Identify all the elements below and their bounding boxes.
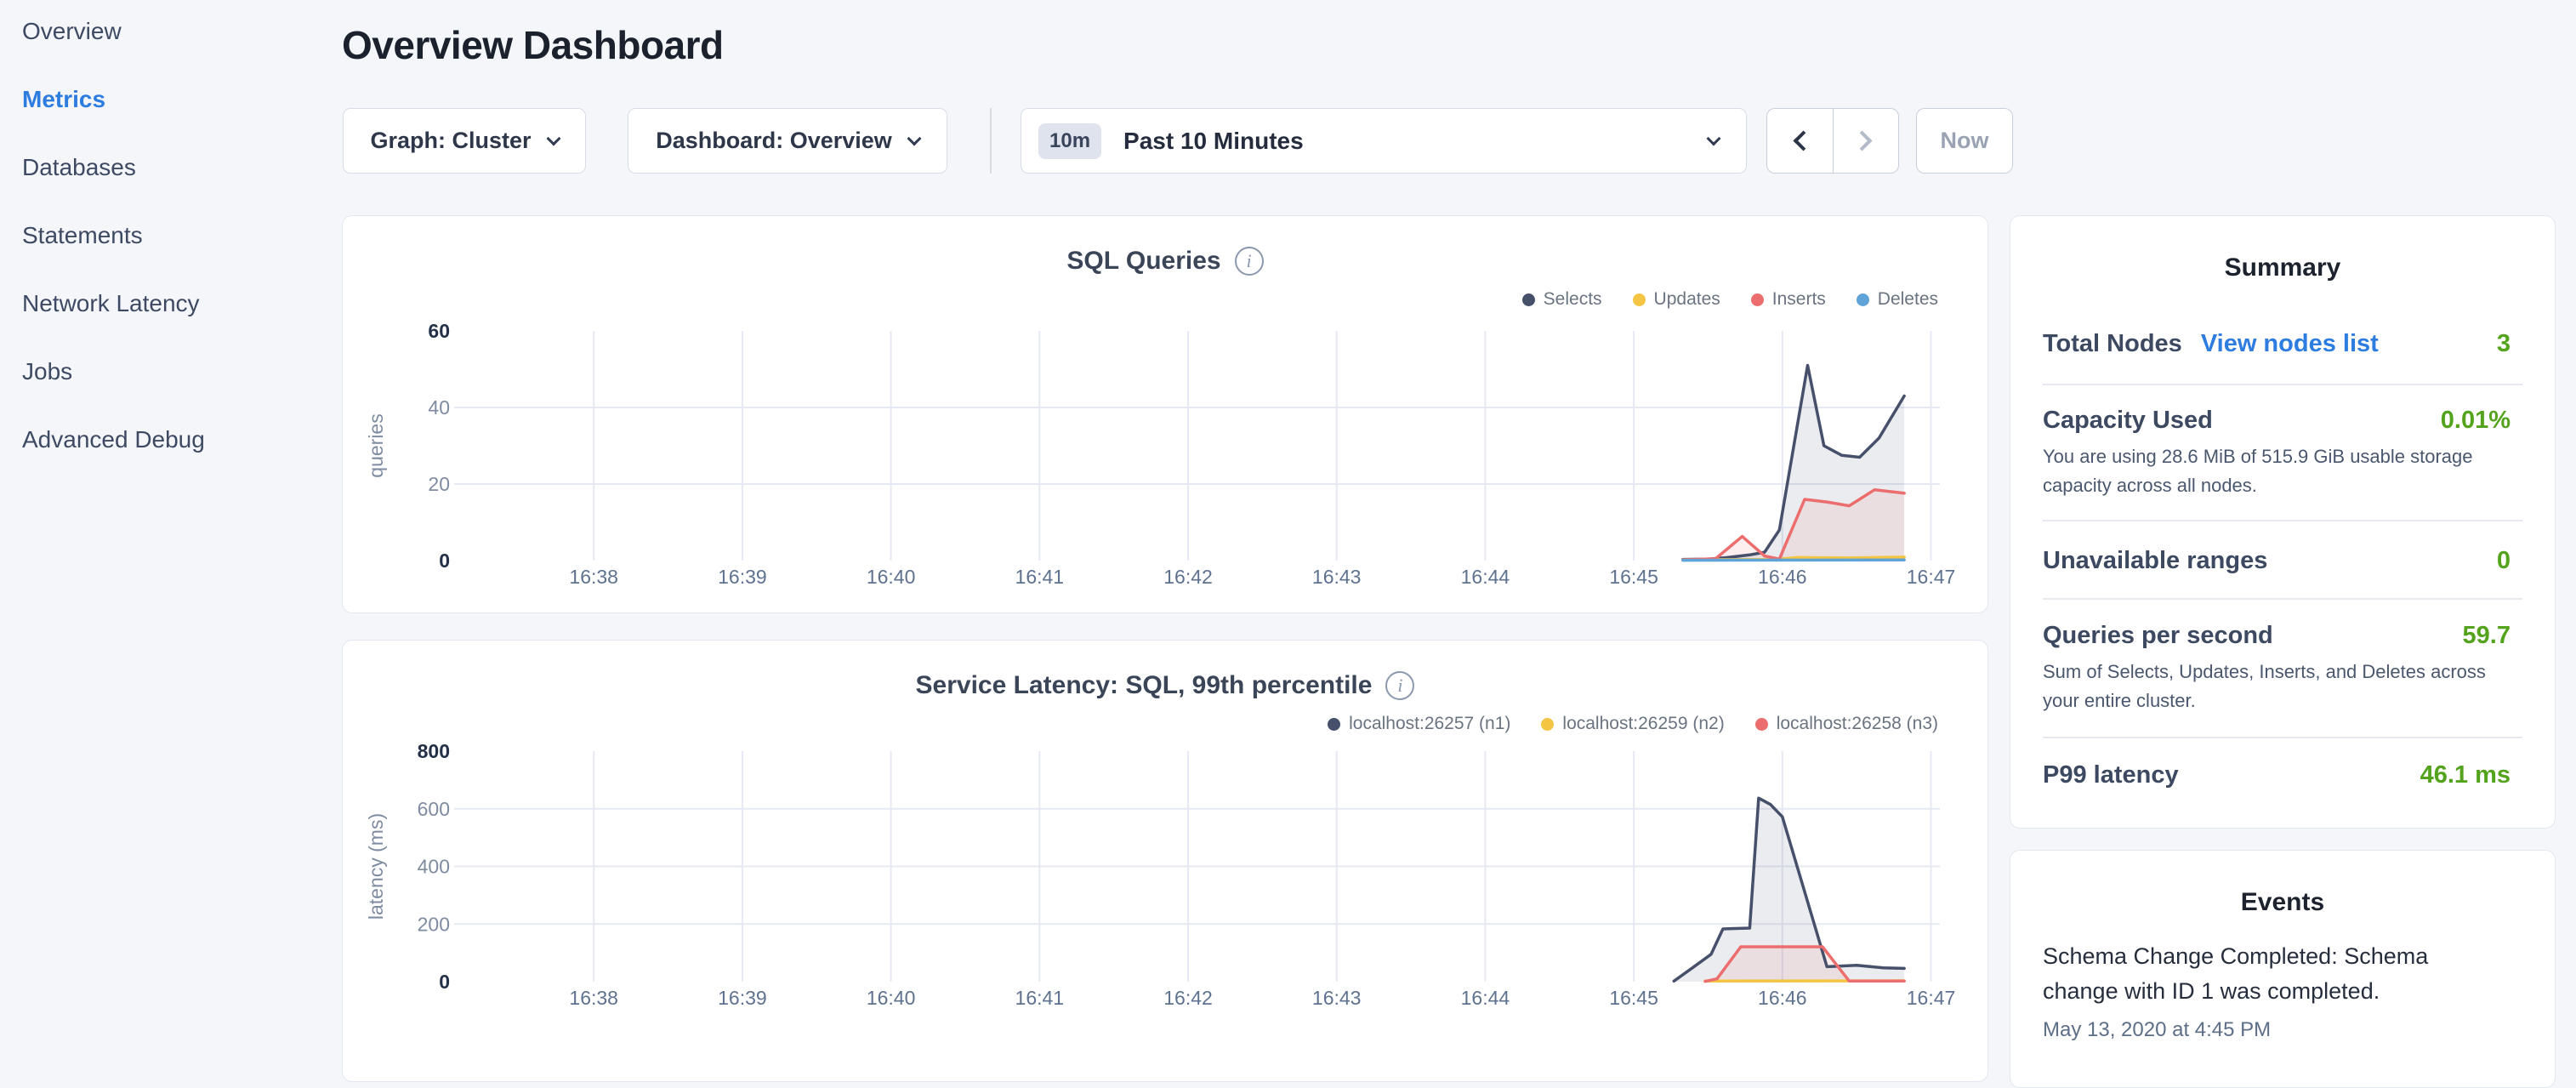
summary-row-value: 59.7 bbox=[2463, 622, 2511, 650]
summary-row-label: Queries per second bbox=[2043, 622, 2273, 650]
x-axis-tick-label: 16:42 bbox=[1163, 987, 1213, 1009]
summary-panel: Summary Total Nodes View nodes list 3 Ca… bbox=[2010, 215, 2556, 829]
y-axis-tick-label: 800 bbox=[418, 740, 450, 762]
sidebar-item-overview[interactable]: Overview bbox=[0, 0, 340, 66]
summary-row-label: P99 latency bbox=[2043, 761, 2179, 789]
sql-queries-chart[interactable]: 0 20 40 60 16:38 16:39 16:40 16:41 16:42 16:43 16:… bbox=[343, 216, 1989, 612]
summary-row-qps: Queries per second 59.7 bbox=[2043, 622, 2511, 650]
x-axis-tick-label: 16:47 bbox=[1907, 566, 1956, 588]
time-prev-button[interactable] bbox=[1767, 109, 1834, 173]
x-axis-tick-label: 16:41 bbox=[1015, 566, 1065, 588]
event-timestamp: May 13, 2020 at 4:45 PM bbox=[2043, 1018, 2271, 1042]
x-axis-tick-label: 16:40 bbox=[867, 987, 916, 1009]
x-axis-tick-label: 16:44 bbox=[1461, 566, 1510, 588]
summary-row-value: 3 bbox=[2497, 330, 2511, 358]
y-axis-tick-label: 0 bbox=[439, 971, 450, 993]
chevron-right-icon bbox=[1852, 130, 1873, 151]
summary-row-value: 46.1 ms bbox=[2420, 761, 2511, 789]
summary-title: Summary bbox=[2010, 253, 2555, 282]
summary-row-unavailable-ranges: Unavailable ranges 0 bbox=[2043, 547, 2511, 575]
time-next-button[interactable] bbox=[1834, 109, 1899, 173]
sidebar-item-advanced-debug[interactable]: Advanced Debug bbox=[0, 406, 340, 474]
y-axis-title: queries bbox=[365, 413, 387, 477]
x-axis-tick-label: 16:46 bbox=[1758, 987, 1807, 1009]
service-latency-chart[interactable]: 0 200 400 600 800 16:38 16:39 16:40 16:41 16:42 16… bbox=[343, 641, 1989, 1080]
x-axis-tick-label: 16:38 bbox=[569, 566, 618, 588]
divider bbox=[2043, 520, 2522, 521]
x-axis-tick-label: 16:38 bbox=[569, 987, 618, 1009]
summary-row-label: Unavailable ranges bbox=[2043, 547, 2267, 575]
x-axis-tick-label: 16:39 bbox=[718, 987, 767, 1009]
sidebar-item-databases[interactable]: Databases bbox=[0, 134, 340, 202]
chevron-down-icon bbox=[907, 131, 921, 145]
dashboard-dropdown-label: Dashboard: Overview bbox=[656, 128, 892, 154]
controls-divider bbox=[990, 108, 992, 174]
divider bbox=[2043, 737, 2522, 738]
chevron-down-icon bbox=[1707, 131, 1721, 145]
summary-row-label: Total Nodes bbox=[2043, 330, 2182, 358]
x-axis-tick-label: 16:39 bbox=[718, 566, 767, 588]
x-axis-tick-label: 16:43 bbox=[1312, 566, 1362, 588]
service-latency-chart-card: Service Latency: SQL, 99th percentile i … bbox=[342, 640, 1988, 1082]
sql-queries-chart-card: SQL Queries i SelectsUpdatesInsertsDelet… bbox=[342, 215, 1988, 613]
y-axis-tick-label: 400 bbox=[418, 856, 450, 878]
y-axis-tick-label: 0 bbox=[439, 550, 450, 572]
summary-row-subtext: Sum of Selects, Updates, Inserts, and De… bbox=[2043, 658, 2511, 715]
x-axis-tick-label: 16:42 bbox=[1163, 566, 1213, 588]
dashboard-dropdown[interactable]: Dashboard: Overview bbox=[628, 108, 947, 174]
y-axis-tick-label: 40 bbox=[428, 396, 450, 419]
sidebar-item-statements[interactable]: Statements bbox=[0, 202, 340, 270]
divider bbox=[2043, 384, 2522, 385]
summary-row-value: 0.01% bbox=[2441, 407, 2511, 435]
summary-row-p99-latency: P99 latency 46.1 ms bbox=[2043, 761, 2511, 789]
sidebar-item-jobs[interactable]: Jobs bbox=[0, 338, 340, 406]
chevron-left-icon bbox=[1793, 130, 1813, 151]
x-axis-tick-label: 16:45 bbox=[1609, 566, 1658, 588]
chevron-down-icon bbox=[546, 131, 560, 145]
y-axis-tick-label: 60 bbox=[428, 320, 450, 342]
events-title: Events bbox=[2010, 888, 2555, 917]
y-axis-tick-label: 20 bbox=[428, 473, 450, 495]
sidebar: OverviewMetricsDatabasesStatementsNetwor… bbox=[0, 0, 340, 474]
y-axis-tick-label: 600 bbox=[418, 798, 450, 820]
now-button[interactable]: Now bbox=[1916, 108, 2013, 174]
summary-row-subtext: You are using 28.6 MiB of 515.9 GiB usab… bbox=[2043, 442, 2511, 500]
summary-row-value: 0 bbox=[2497, 547, 2511, 575]
sidebar-item-metrics[interactable]: Metrics bbox=[0, 66, 340, 134]
graph-dropdown[interactable]: Graph: Cluster bbox=[343, 108, 586, 174]
graph-dropdown-label: Graph: Cluster bbox=[370, 128, 531, 154]
page-title: Overview Dashboard bbox=[342, 22, 724, 68]
summary-row-total-nodes: Total Nodes View nodes list 3 bbox=[2043, 330, 2511, 358]
x-axis-tick-label: 16:44 bbox=[1461, 987, 1510, 1009]
x-axis-tick-label: 16:41 bbox=[1015, 987, 1065, 1009]
y-axis-tick-label: 200 bbox=[418, 913, 450, 935]
events-panel: Events Schema Change Completed: Schema c… bbox=[2010, 850, 2556, 1088]
x-axis-tick-label: 16:45 bbox=[1609, 987, 1658, 1009]
divider bbox=[2043, 598, 2522, 600]
time-range-label: Past 10 Minutes bbox=[1123, 128, 1304, 155]
x-axis-tick-label: 16:43 bbox=[1312, 987, 1362, 1009]
event-item[interactable]: Schema Change Completed: Schema change w… bbox=[2043, 939, 2451, 1009]
sidebar-item-network-latency[interactable]: Network Latency bbox=[0, 270, 340, 338]
time-pager bbox=[1766, 108, 1899, 174]
summary-row-capacity: Capacity Used 0.01% bbox=[2043, 407, 2511, 435]
y-axis-title: latency (ms) bbox=[365, 813, 387, 920]
x-axis-tick-label: 16:46 bbox=[1758, 566, 1807, 588]
view-nodes-list-link[interactable]: View nodes list bbox=[2201, 330, 2379, 358]
summary-row-label: Capacity Used bbox=[2043, 407, 2213, 435]
x-axis-tick-label: 16:40 bbox=[867, 566, 916, 588]
time-range-selector[interactable]: 10m Past 10 Minutes bbox=[1021, 108, 1747, 174]
x-axis-tick-label: 16:47 bbox=[1907, 987, 1956, 1009]
time-range-badge: 10m bbox=[1038, 123, 1101, 159]
